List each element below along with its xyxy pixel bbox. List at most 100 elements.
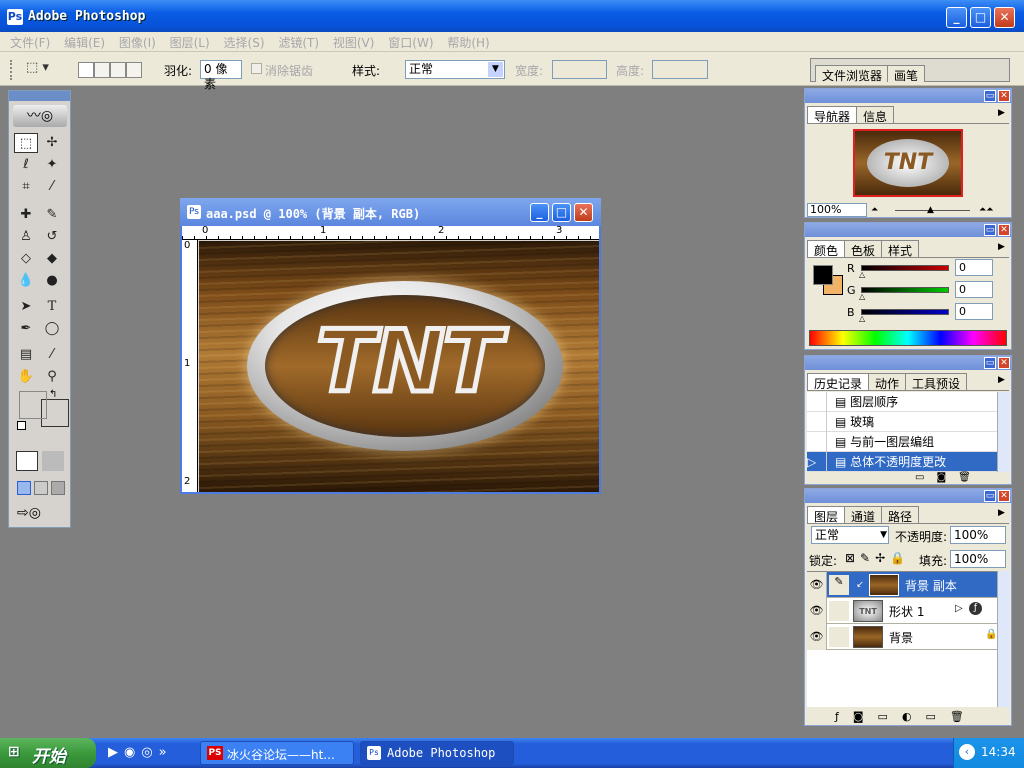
pen-tool-icon[interactable]: ✒: [14, 319, 38, 339]
layers-menu-icon[interactable]: ▶: [998, 508, 1005, 518]
opacity-input[interactable]: 100%: [950, 526, 1006, 544]
layer-row-background[interactable]: 👁 背景 🔒: [807, 624, 997, 650]
eyedropper-icon[interactable]: ⁄: [40, 345, 64, 365]
channel-g-input[interactable]: 0: [955, 281, 993, 298]
history-menu-icon[interactable]: ▶: [998, 375, 1005, 385]
tab-paths[interactable]: 路径: [881, 506, 920, 524]
maximize-button[interactable]: □: [970, 7, 991, 28]
type-tool-icon[interactable]: T: [40, 297, 64, 317]
slice-tool-icon[interactable]: ⁄: [40, 177, 64, 197]
layers-minimize-icon[interactable]: ▭: [984, 490, 996, 502]
chevron-down-icon[interactable]: ▼: [880, 528, 887, 543]
image-canvas[interactable]: TNT: [199, 241, 599, 492]
marquee-preset-icon[interactable]: ⬚ ▾: [26, 60, 60, 78]
link-cell[interactable]: [829, 627, 849, 647]
tab-styles[interactable]: 样式: [881, 240, 920, 258]
doc-close-button[interactable]: ✕: [574, 203, 593, 222]
dodge-tool-icon[interactable]: ●: [40, 271, 64, 291]
history-scrollbar[interactable]: [997, 392, 1009, 472]
magic-wand-icon[interactable]: ✦: [40, 155, 64, 175]
menu-filter[interactable]: 滤镜(T): [268, 32, 319, 51]
paint-bucket-icon[interactable]: ◆: [40, 249, 64, 269]
menu-window[interactable]: 窗口(W): [378, 32, 433, 51]
expand-effects-icon[interactable]: ▷: [955, 603, 963, 614]
history-item[interactable]: ▤ 玻璃: [807, 412, 997, 432]
feather-logo-icon[interactable]: 〰◎: [13, 105, 67, 127]
quickmask-mode-icon[interactable]: [42, 451, 64, 471]
visibility-eye-icon[interactable]: 👁: [807, 572, 827, 598]
navigator-panel-header[interactable]: [805, 89, 1011, 103]
layer-style-icon[interactable]: ƒ: [969, 602, 982, 615]
navigator-close-icon[interactable]: ✕: [998, 90, 1010, 102]
channel-r-slider[interactable]: [861, 265, 949, 271]
eraser-tool-icon[interactable]: ◇: [14, 249, 38, 269]
doc-minimize-button[interactable]: _: [530, 203, 549, 222]
color-minimize-icon[interactable]: ▭: [984, 224, 996, 236]
tab-history[interactable]: 历史记录: [807, 373, 870, 391]
layers-close-icon[interactable]: ✕: [998, 490, 1010, 502]
color-panel-header[interactable]: [805, 223, 1011, 237]
taskbar-item-browser[interactable]: PS 冰火谷论坛——ht...: [200, 741, 354, 765]
channel-r-input[interactable]: 0: [955, 259, 993, 276]
zoom-in-icon[interactable]: ⏶⏶: [979, 205, 993, 215]
crop-tool-icon[interactable]: ⌗: [14, 177, 38, 197]
start-button[interactable]: ⊞ 开始: [0, 738, 96, 768]
channel-g-thumb-icon[interactable]: △: [859, 292, 865, 301]
navigator-minimize-icon[interactable]: ▭: [984, 90, 996, 102]
vertical-ruler[interactable]: 0 1 2: [182, 240, 198, 492]
minimize-button[interactable]: _: [946, 7, 967, 28]
channel-r-thumb-icon[interactable]: △: [859, 270, 865, 279]
taskbar-item-photoshop[interactable]: Ps Adobe Photoshop: [360, 741, 514, 765]
brush-link-icon[interactable]: ✎: [829, 575, 849, 595]
navigator-zoom-input[interactable]: 100%: [807, 203, 867, 217]
doc-maximize-button[interactable]: □: [552, 203, 571, 222]
menu-image[interactable]: 图像(I): [109, 32, 156, 51]
history-footer-icons[interactable]: ▭◙🗑: [915, 472, 983, 483]
tray-expand-icon[interactable]: ‹: [959, 744, 975, 760]
color-close-icon[interactable]: ✕: [998, 224, 1010, 236]
layers-panel-header[interactable]: [805, 489, 1011, 503]
intersect-selection-icon[interactable]: [126, 62, 142, 78]
ellipse-tool-icon[interactable]: ◯: [40, 319, 64, 339]
move-tool-icon[interactable]: ✢: [40, 133, 64, 153]
zoom-slider-thumb-icon[interactable]: ▲: [927, 205, 934, 215]
tab-layers[interactable]: 图层: [807, 506, 846, 524]
layer-row-shape[interactable]: 👁 TNT 形状 1 ▷ ƒ: [807, 598, 997, 624]
screen-mode-menu-icon[interactable]: [34, 481, 48, 495]
history-item-selected[interactable]: ▷ ▤ 总体不透明度更改: [807, 452, 997, 472]
screen-mode-standard-icon[interactable]: [17, 481, 31, 495]
color-spectrum-ramp[interactable]: [809, 330, 1007, 346]
layers-footer-icons[interactable]: ƒ◙▭◐▭🗑: [835, 710, 978, 723]
zoom-out-icon[interactable]: ⏶: [871, 205, 878, 215]
channel-b-thumb-icon[interactable]: △: [859, 314, 865, 323]
width-input[interactable]: [552, 60, 607, 79]
layer-row-bg-copy[interactable]: 👁 ✎ ↙ 背景 副本: [807, 572, 997, 598]
tab-brushes[interactable]: 画笔: [887, 65, 926, 83]
healing-brush-icon[interactable]: ✚: [14, 205, 38, 225]
blend-mode-select[interactable]: 正常 ▼: [811, 526, 889, 544]
visibility-eye-icon[interactable]: 👁: [807, 624, 827, 650]
notes-tool-icon[interactable]: ▤: [14, 345, 38, 365]
height-input[interactable]: [652, 60, 708, 79]
navigator-thumbnail[interactable]: TNT: [853, 129, 963, 197]
menu-help[interactable]: 帮助(H): [437, 32, 489, 51]
tab-color[interactable]: 颜色: [807, 240, 846, 258]
history-brush-icon[interactable]: ↺: [40, 227, 64, 247]
swap-colors-icon[interactable]: ↰: [49, 389, 57, 400]
path-select-icon[interactable]: ➤: [14, 297, 38, 317]
channel-g-slider[interactable]: [861, 287, 949, 293]
tab-file-browser[interactable]: 文件浏览器: [815, 65, 890, 83]
blur-tool-icon[interactable]: 💧: [14, 271, 38, 291]
lasso-tool-icon[interactable]: ℓ: [14, 155, 38, 175]
window-title-bar[interactable]: Ps Adobe Photoshop _ □ ✕: [0, 0, 1024, 32]
history-close-icon[interactable]: ✕: [998, 357, 1010, 369]
history-panel-header[interactable]: [805, 356, 1011, 370]
antialias-checkbox[interactable]: [251, 63, 262, 74]
tab-actions[interactable]: 动作: [868, 373, 907, 391]
stamp-tool-icon[interactable]: ♙: [14, 227, 38, 247]
hand-tool-icon[interactable]: ✋: [14, 367, 38, 387]
add-selection-icon[interactable]: [94, 62, 110, 78]
jump-to-imageready-icon[interactable]: ⇨◎: [17, 505, 65, 523]
menu-file[interactable]: 文件(F): [0, 32, 50, 51]
toolbox-header[interactable]: [9, 91, 70, 101]
